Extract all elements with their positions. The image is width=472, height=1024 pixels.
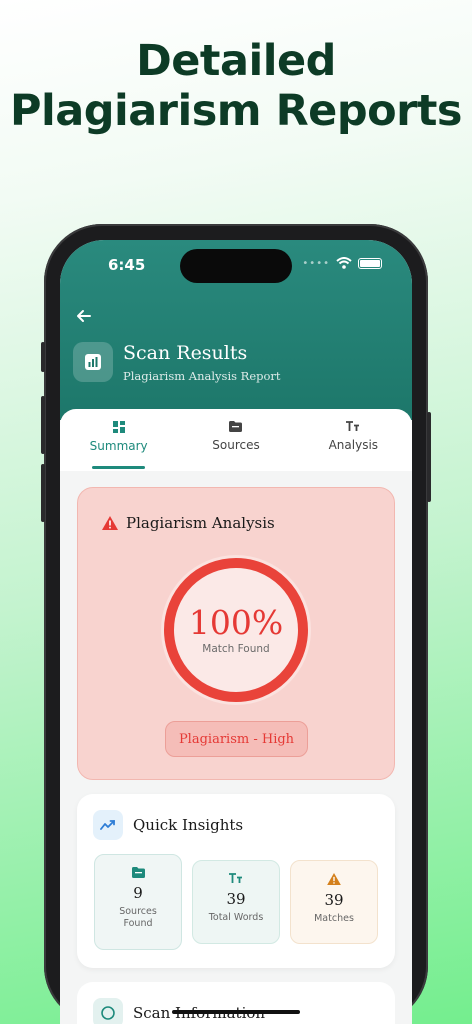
volume-down-button (41, 464, 45, 522)
text-size-icon (346, 421, 360, 431)
tab-analysis-label: Analysis (328, 438, 379, 452)
app-header: 6:45 •••• Scan Results Plagiarism Analys… (60, 240, 412, 420)
folder-icon (131, 867, 145, 878)
stat-label: Matches (314, 913, 354, 924)
dynamic-island (180, 249, 292, 283)
volume-up-button (41, 396, 45, 454)
battery-icon (358, 257, 382, 269)
back-arrow-icon[interactable] (74, 306, 94, 326)
report-chart-icon (73, 342, 113, 382)
match-percentage-ring: 100% Match Found (164, 558, 308, 702)
phone-frame: 6:45 •••• Scan Results Plagiarism Analys… (41, 224, 431, 1024)
home-indicator[interactable] (172, 1010, 300, 1014)
match-percentage: 100% (188, 603, 284, 642)
analysis-card-title: Plagiarism Analysis (126, 514, 275, 532)
info-icon (93, 998, 123, 1024)
stat-matches: 39 Matches (290, 860, 378, 944)
stat-label: Total Words (208, 912, 264, 923)
stat-label: Sources Found (119, 906, 157, 929)
match-label: Match Found (202, 643, 270, 655)
insights-header: Quick Insights (93, 810, 243, 840)
wifi-icon (336, 257, 352, 269)
tab-summary[interactable]: Summary (60, 409, 177, 471)
action-button (41, 342, 45, 372)
status-time: 6:45 (108, 256, 146, 274)
headline-line-2: Plagiarism Reports (9, 86, 463, 136)
promo-headline: Detailed Plagiarism Reports (0, 36, 472, 136)
signal-icon: •••• (302, 257, 330, 269)
warning-icon (102, 516, 118, 530)
stat-value: 39 (324, 891, 344, 909)
text-size-icon (229, 873, 242, 883)
grid-icon (112, 421, 125, 433)
page-title: Scan Results (123, 342, 248, 364)
status-icons: •••• (302, 257, 382, 269)
stat-sources-found: 9 Sources Found (94, 854, 182, 950)
summary-content: Plagiarism Analysis 100% Match Found Pla… (60, 471, 412, 1024)
tab-bar: Summary Sources Analysis (60, 409, 412, 471)
trend-icon (93, 810, 123, 840)
plagiarism-analysis-card: Plagiarism Analysis 100% Match Found Pla… (77, 487, 395, 780)
folder-icon (229, 421, 243, 432)
page-subtitle: Plagiarism Analysis Report (123, 369, 281, 383)
stat-total-words: 39 Total Words (192, 860, 280, 944)
tab-summary-label: Summary (89, 439, 148, 453)
insights-title: Quick Insights (133, 816, 244, 834)
warning-icon (327, 873, 341, 885)
stat-value: 39 (226, 890, 246, 908)
tab-sources-label: Sources (212, 438, 260, 452)
tab-sources[interactable]: Sources (177, 409, 294, 471)
plagiarism-level-badge: Plagiarism - High (165, 721, 308, 757)
quick-insights-card: Quick Insights 9 Sources Found 39 Total (77, 794, 395, 968)
scan-information-card: Scan Information (77, 982, 395, 1024)
app-screen: 6:45 •••• Scan Results Plagiarism Analys… (60, 240, 412, 1024)
headline-line-1: Detailed (136, 36, 336, 86)
stat-value: 9 (133, 884, 143, 902)
analysis-card-header: Plagiarism Analysis (102, 514, 275, 532)
power-button (427, 412, 431, 502)
tab-analysis[interactable]: Analysis (295, 409, 412, 471)
